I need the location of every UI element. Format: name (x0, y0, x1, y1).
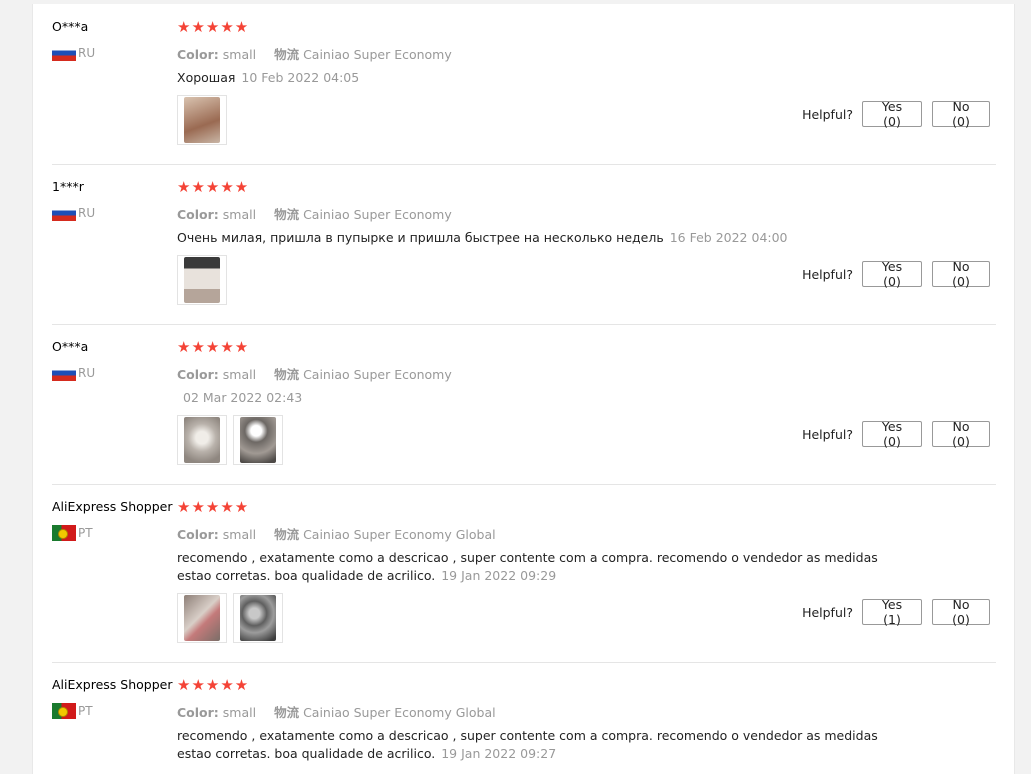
russia-flag-icon (52, 365, 76, 381)
shipping-value: Cainiao Super Economy (303, 47, 452, 62)
helpful-yes-button[interactable]: Yes (0) (862, 419, 922, 449)
reviewer-name: 1***r (52, 179, 84, 194)
photo-thumbnail (240, 595, 276, 641)
helpful-no-button[interactable]: No (0) (932, 419, 990, 449)
review-photo[interactable] (233, 415, 283, 465)
order-info: Color: small 物流 Cainiao Super Economy Gl… (177, 524, 496, 543)
country-code: PT (78, 526, 93, 540)
helpful-no-button[interactable]: No (0) (932, 99, 990, 129)
color-label: Color: (177, 705, 219, 720)
star-rating: ★★★★★ (177, 18, 250, 36)
helpful-label: Helpful? (802, 426, 853, 442)
shipping-label: 物流 (274, 367, 300, 382)
russia-flag-icon (52, 45, 76, 61)
country-code: RU (78, 46, 96, 60)
review-body: Хорошая (177, 70, 236, 85)
helpful-label: Helpful? (802, 604, 853, 620)
photo-thumbnail (184, 257, 220, 303)
helpful-no-button[interactable]: No (0) (932, 259, 990, 289)
color-label: Color: (177, 367, 219, 382)
reviewer-country: RU (52, 365, 95, 381)
reviewer-country: RU (52, 205, 95, 221)
review-item: 1***r RU ★★★★★ Color: small 物流 Cainiao S… (52, 178, 996, 325)
review-photos (177, 415, 283, 465)
color-value: small (222, 705, 257, 720)
reviewer-name: O***a (52, 339, 89, 354)
country-code: RU (78, 366, 96, 380)
helpful-voting: Helpful? Yes (0) No (0) (802, 99, 990, 129)
review-text: Хорошая 10 Feb 2022 04:05 (177, 69, 897, 87)
helpful-no-button[interactable]: No (0) (932, 597, 990, 627)
color-value: small (222, 367, 257, 382)
photo-thumbnail (240, 417, 276, 463)
order-info: Color: small 物流 Cainiao Super Economy (177, 364, 452, 383)
color-label: Color: (177, 47, 219, 62)
reviewer-name: AliExpress Shopper (52, 499, 173, 514)
reviewer-country: PT (52, 525, 93, 541)
shipping-value: Cainiao Super Economy Global (303, 527, 496, 542)
review-photo[interactable] (233, 593, 283, 643)
photo-thumbnail (184, 97, 220, 143)
review-date: 16 Feb 2022 04:00 (669, 230, 788, 245)
order-info: Color: small 物流 Cainiao Super Economy Gl… (177, 702, 496, 721)
review-photo[interactable] (177, 95, 227, 145)
review-item: AliExpress Shopper PT ★★★★★ Color: small… (52, 498, 996, 663)
review-body: Очень милая, пришла в пупырке и пришла б… (177, 230, 664, 245)
star-rating: ★★★★★ (177, 178, 250, 196)
review-text: Очень милая, пришла в пупырке и пришла б… (177, 229, 897, 247)
reviewer-country: RU (52, 45, 95, 61)
helpful-yes-button[interactable]: Yes (1) (862, 597, 922, 627)
review-photos (177, 255, 227, 305)
review-item: O***a RU ★★★★★ Color: small 物流 Cainiao S… (52, 18, 996, 165)
reviewer-name: AliExpress Shopper (52, 677, 173, 692)
review-text: 02 Mar 2022 02:43 (177, 389, 897, 407)
helpful-yes-button[interactable]: Yes (0) (862, 259, 922, 289)
helpful-label: Helpful? (802, 106, 853, 122)
review-photos (177, 593, 283, 643)
helpful-voting: Helpful? Yes (0) No (0) (802, 259, 990, 289)
review-photo[interactable] (177, 415, 227, 465)
color-label: Color: (177, 527, 219, 542)
shipping-label: 物流 (274, 527, 300, 542)
star-rating: ★★★★★ (177, 498, 250, 516)
order-info: Color: small 物流 Cainiao Super Economy (177, 204, 452, 223)
star-rating: ★★★★★ (177, 676, 250, 694)
portugal-flag-icon (52, 703, 76, 719)
review-photo[interactable] (177, 255, 227, 305)
color-value: small (222, 207, 257, 222)
photo-thumbnail (184, 595, 220, 641)
country-code: PT (78, 704, 93, 718)
color-value: small (222, 527, 257, 542)
shipping-label: 物流 (274, 207, 300, 222)
helpful-label: Helpful? (802, 266, 853, 282)
order-info: Color: small 物流 Cainiao Super Economy (177, 44, 452, 63)
shipping-label: 物流 (274, 47, 300, 62)
russia-flag-icon (52, 205, 76, 221)
star-rating: ★★★★★ (177, 338, 250, 356)
review-photos (177, 95, 227, 145)
review-date: 02 Mar 2022 02:43 (183, 390, 303, 405)
review-text: recomendo , exatamente como a descricao … (177, 549, 897, 585)
country-code: RU (78, 206, 96, 220)
portugal-flag-icon (52, 525, 76, 541)
review-date: 10 Feb 2022 04:05 (241, 70, 360, 85)
review-item: AliExpress Shopper PT ★★★★★ Color: small… (52, 676, 996, 767)
helpful-voting: Helpful? Yes (0) No (0) (802, 419, 990, 449)
helpful-yes-button[interactable]: Yes (0) (862, 99, 922, 129)
shipping-value: Cainiao Super Economy (303, 367, 452, 382)
review-item: O***a RU ★★★★★ Color: small 物流 Cainiao S… (52, 338, 996, 485)
shipping-value: Cainiao Super Economy Global (303, 705, 496, 720)
review-date: 19 Jan 2022 09:29 (441, 568, 557, 583)
reviewer-name: O***a (52, 19, 89, 34)
reviewer-country: PT (52, 703, 93, 719)
color-label: Color: (177, 207, 219, 222)
review-text: recomendo , exatamente como a descricao … (177, 727, 897, 763)
color-value: small (222, 47, 257, 62)
shipping-value: Cainiao Super Economy (303, 207, 452, 222)
helpful-voting: Helpful? Yes (1) No (0) (802, 597, 990, 627)
shipping-label: 物流 (274, 705, 300, 720)
photo-thumbnail (184, 417, 220, 463)
review-photo[interactable] (177, 593, 227, 643)
review-date: 19 Jan 2022 09:27 (441, 746, 557, 761)
